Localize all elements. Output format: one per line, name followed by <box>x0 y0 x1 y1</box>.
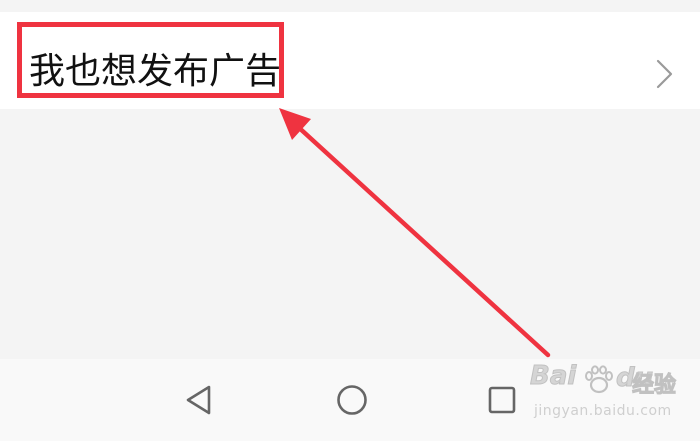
circle-home-icon[interactable] <box>332 380 372 420</box>
square-recent-apps-icon[interactable] <box>482 380 522 420</box>
watermark-brand-sub: 经验 <box>631 373 677 399</box>
baidu-jingyan-watermark: Bai du 经验 jingyan.baidu.com <box>529 361 676 431</box>
watermark-brand: Bai du 经验 <box>529 361 676 399</box>
watermark-brand-text: Bai <box>529 361 577 392</box>
watermark-site: jingyan.baidu.com <box>534 403 672 419</box>
triangle-back-icon[interactable] <box>180 380 220 420</box>
empty-content-area <box>0 109 700 359</box>
paw-icon <box>585 365 613 394</box>
top-strip <box>0 0 700 12</box>
chevron-right-icon <box>656 59 673 89</box>
highlight-box <box>17 22 284 98</box>
